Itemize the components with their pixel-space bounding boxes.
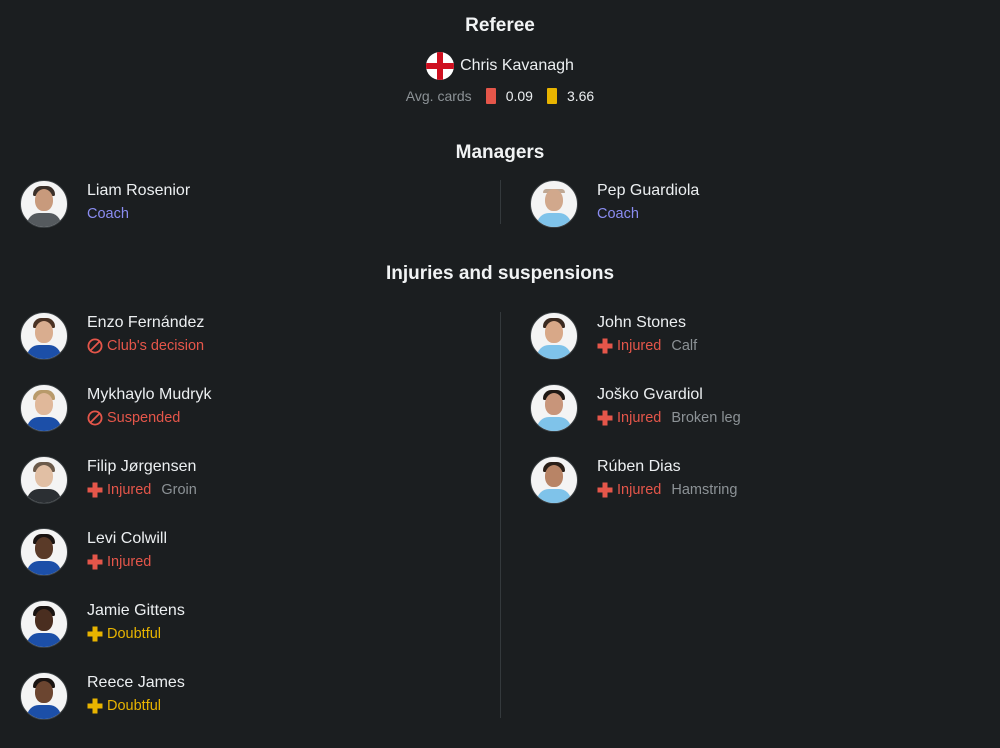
player-avatar bbox=[20, 456, 68, 504]
player-status: Club's decision bbox=[107, 338, 205, 354]
managers-section-title: Managers bbox=[455, 142, 545, 163]
injuries-section-title: Injuries and suspensions bbox=[385, 263, 615, 284]
injury-cross-icon bbox=[87, 482, 103, 498]
home-manager[interactable]: Liam Rosenior Coach bbox=[20, 180, 480, 230]
player-avatar bbox=[20, 384, 68, 432]
managers-divider bbox=[500, 180, 501, 224]
player-status: Suspended bbox=[107, 410, 181, 426]
player-name: Enzo Fernández bbox=[87, 314, 205, 331]
manager-avatar bbox=[20, 180, 68, 228]
player-name: Rúben Dias bbox=[597, 458, 681, 475]
away-manager[interactable]: Pep Guardiola Coach bbox=[530, 180, 980, 230]
injury-cross-icon bbox=[597, 482, 613, 498]
injured-player[interactable]: Reece James Doubtful bbox=[20, 672, 480, 722]
player-name: Joško Gvardiol bbox=[597, 386, 703, 403]
referee-row: Chris Kavanagh bbox=[0, 52, 1000, 80]
player-avatar bbox=[530, 456, 578, 504]
player-avatar bbox=[530, 384, 578, 432]
avg-cards-row: Avg. cards 0.09 3.66 bbox=[0, 88, 1000, 104]
manager-role: Coach bbox=[87, 206, 129, 222]
injury-detail: Broken leg bbox=[671, 410, 741, 426]
player-name: Levi Colwill bbox=[87, 530, 168, 547]
england-flag-icon bbox=[426, 52, 455, 80]
injury-detail: Groin bbox=[161, 482, 197, 498]
player-avatar bbox=[20, 528, 68, 576]
player-status-row: Injured Calf bbox=[597, 338, 697, 354]
player-avatar bbox=[530, 312, 578, 360]
suspended-icon bbox=[87, 410, 103, 426]
player-avatar bbox=[20, 600, 68, 648]
injured-player[interactable]: Mykhaylo Mudryk Suspended bbox=[20, 384, 480, 434]
player-status-row: Injured Broken leg bbox=[597, 410, 741, 426]
player-status: Doubtful bbox=[107, 698, 162, 714]
player-status: Injured bbox=[617, 410, 662, 426]
player-status: Injured bbox=[107, 554, 152, 570]
player-name: John Stones bbox=[597, 314, 686, 331]
player-name: Mykhaylo Mudryk bbox=[87, 386, 212, 403]
suspended-icon bbox=[87, 338, 103, 354]
player-status: Injured bbox=[107, 482, 152, 498]
injuries-divider bbox=[500, 312, 501, 718]
injured-player[interactable]: Filip Jørgensen Injured Groin bbox=[20, 456, 480, 506]
player-status-row: Doubtful bbox=[87, 626, 161, 642]
injury-detail: Calf bbox=[671, 338, 698, 354]
injured-player[interactable]: John Stones Injured Calf bbox=[530, 312, 980, 362]
injured-player[interactable]: Enzo Fernández Club's decision bbox=[20, 312, 480, 362]
player-status-row: Suspended bbox=[87, 410, 180, 426]
doubtful-cross-icon bbox=[87, 626, 103, 642]
player-status: Injured bbox=[617, 338, 662, 354]
injury-cross-icon bbox=[87, 554, 103, 570]
manager-name: Liam Rosenior bbox=[87, 182, 191, 199]
player-status-row: Injured bbox=[87, 554, 151, 570]
avg-cards-label: Avg. cards bbox=[405, 88, 472, 104]
injury-detail: Hamstring bbox=[671, 482, 738, 498]
referee-name[interactable]: Chris Kavanagh bbox=[460, 57, 574, 75]
player-status-row: Injured Groin bbox=[87, 482, 197, 498]
player-status-row: Doubtful bbox=[87, 698, 161, 714]
player-status: Doubtful bbox=[107, 626, 162, 642]
red-card-avg: 0.09 bbox=[505, 88, 533, 104]
red-card-icon bbox=[485, 88, 496, 104]
player-name: Jamie Gittens bbox=[87, 602, 185, 619]
manager-avatar bbox=[530, 180, 578, 228]
injured-player[interactable]: Levi Colwill Injured bbox=[20, 528, 480, 578]
injury-cross-icon bbox=[597, 410, 613, 426]
injured-player[interactable]: Jamie Gittens Doubtful bbox=[20, 600, 480, 650]
manager-role: Coach bbox=[597, 206, 639, 222]
player-status-row: Club's decision bbox=[87, 338, 204, 354]
player-avatar bbox=[20, 312, 68, 360]
yellow-card-icon bbox=[546, 88, 557, 104]
manager-name: Pep Guardiola bbox=[597, 182, 700, 199]
player-status: Injured bbox=[617, 482, 662, 498]
player-status-row: Injured Hamstring bbox=[597, 482, 737, 498]
doubtful-cross-icon bbox=[87, 698, 103, 714]
injured-player[interactable]: Rúben Dias Injured Hamstring bbox=[530, 456, 980, 506]
injury-cross-icon bbox=[597, 338, 613, 354]
referee-section-title: Referee bbox=[465, 15, 535, 36]
player-name: Reece James bbox=[87, 674, 185, 691]
injured-player[interactable]: Joško Gvardiol Injured Broken leg bbox=[530, 384, 980, 434]
yellow-card-avg: 3.66 bbox=[566, 88, 595, 104]
player-avatar bbox=[20, 672, 68, 720]
player-name: Filip Jørgensen bbox=[87, 458, 197, 475]
